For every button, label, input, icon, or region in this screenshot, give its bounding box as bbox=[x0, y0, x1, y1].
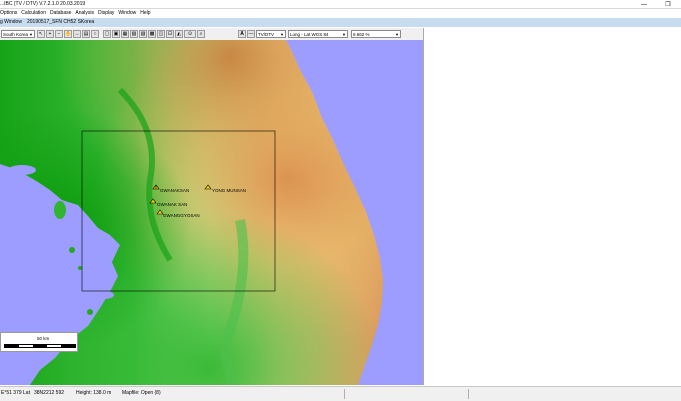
tool-b-icon[interactable]: ▦ bbox=[121, 30, 129, 38]
ruler-icon[interactable]: ↔ bbox=[73, 30, 81, 38]
select-tool-icon[interactable]: ⌕ bbox=[197, 30, 205, 38]
menu-database[interactable]: Database bbox=[50, 9, 71, 17]
island bbox=[78, 266, 82, 270]
site-label: GWANAKSAN bbox=[160, 188, 189, 193]
service-value: TV/DTV bbox=[258, 32, 275, 37]
tool-a-icon[interactable]: ▣ bbox=[112, 30, 120, 38]
chevron-down-icon: ▼ bbox=[280, 32, 284, 37]
status-mapfile: Mapfile: Open (8) bbox=[122, 390, 161, 396]
zoom-in-icon[interactable]: + bbox=[46, 30, 54, 38]
terrain-map[interactable]: GWANAKSAN YONG MUNSAN GWANAK SAN GWANGGY… bbox=[0, 40, 423, 385]
scale-ruler bbox=[4, 344, 76, 348]
chevron-down-icon: ▼ bbox=[395, 32, 399, 37]
pointer-icon[interactable]: ↖ bbox=[37, 30, 45, 38]
tool-d-icon[interactable]: ▨ bbox=[139, 30, 147, 38]
menu-options[interactable]: Options bbox=[0, 9, 17, 17]
map-window-titlebar: g Window 20190517_SFN CH52 SKorea bbox=[0, 18, 681, 27]
status-longitude: E°51 379 Lat bbox=[1, 390, 30, 396]
menu-bar: Options Calculation Database Analysis Displa… bbox=[0, 9, 681, 17]
bay bbox=[88, 251, 102, 259]
zoom-select[interactable]: 6.662 % ▼ bbox=[351, 30, 401, 38]
status-divider bbox=[344, 389, 345, 399]
zoom-value: 6.662 % bbox=[353, 32, 370, 37]
menu-analysis[interactable]: Analysis bbox=[75, 9, 94, 17]
menu-calculation[interactable]: Calculation bbox=[21, 9, 46, 17]
menu-help[interactable]: Help bbox=[140, 9, 150, 17]
text-icon[interactable]: A bbox=[238, 30, 246, 38]
region-select[interactable]: South Korea ▼ bbox=[1, 30, 35, 38]
site-label: YONG MUNSAN bbox=[212, 188, 246, 193]
project-name: 20190517_SFN CH52 SKorea bbox=[27, 19, 95, 25]
tool-e-icon[interactable]: ▩ bbox=[148, 30, 156, 38]
area-icon[interactable]: ▢ bbox=[103, 30, 111, 38]
line-icon[interactable]: — bbox=[247, 30, 255, 38]
island bbox=[87, 309, 93, 315]
scale-label: 50 km bbox=[37, 336, 50, 341]
menu-display[interactable]: Display bbox=[98, 9, 114, 17]
island bbox=[54, 201, 66, 219]
binoculars-icon[interactable]: ⊙ bbox=[184, 30, 196, 38]
island bbox=[69, 247, 75, 253]
coord-system-select[interactable]: Long - Lat WGS 84 ▼ bbox=[288, 30, 348, 38]
pan-icon[interactable]: ✋ bbox=[64, 30, 72, 38]
scale-bar: 50 km bbox=[0, 332, 78, 352]
menu-window[interactable]: Window bbox=[118, 9, 136, 17]
bay bbox=[8, 165, 36, 175]
coord-system-value: Long - Lat WGS 84 bbox=[290, 32, 329, 37]
tool-g-icon[interactable]: ⊡ bbox=[166, 30, 174, 38]
side-panel bbox=[423, 28, 681, 385]
select-icon[interactable]: ○ bbox=[91, 30, 99, 38]
window-title: ...IBC (TV / DTV) V.7.2.1.0 20.03.2019 bbox=[0, 1, 86, 7]
chevron-down-icon: ▼ bbox=[342, 32, 346, 37]
map-window-label: g Window bbox=[0, 19, 22, 25]
tool-f-icon[interactable]: ◫ bbox=[157, 30, 165, 38]
service-select[interactable]: TV/DTV ▼ bbox=[256, 30, 286, 38]
status-divider bbox=[468, 389, 469, 399]
terrain-icon[interactable]: ◭ bbox=[175, 30, 183, 38]
site-label: GWANAK SAN bbox=[157, 202, 187, 207]
status-latitude: 38N2212 592 bbox=[34, 390, 65, 396]
tool-c-icon[interactable]: ▧ bbox=[130, 30, 138, 38]
status-height: Height: 138.0 m bbox=[76, 390, 112, 396]
status-bar: E°51 379 Lat 38N2212 592 Height: 138.0 m… bbox=[0, 386, 681, 401]
region-value: South Korea bbox=[3, 32, 29, 37]
zoom-out-icon[interactable]: − bbox=[55, 30, 63, 38]
print-icon[interactable]: ▤ bbox=[82, 30, 90, 38]
chevron-down-icon: ▼ bbox=[29, 32, 33, 37]
site-label: GWANGGYOSAN bbox=[163, 213, 200, 218]
bay bbox=[94, 291, 114, 299]
